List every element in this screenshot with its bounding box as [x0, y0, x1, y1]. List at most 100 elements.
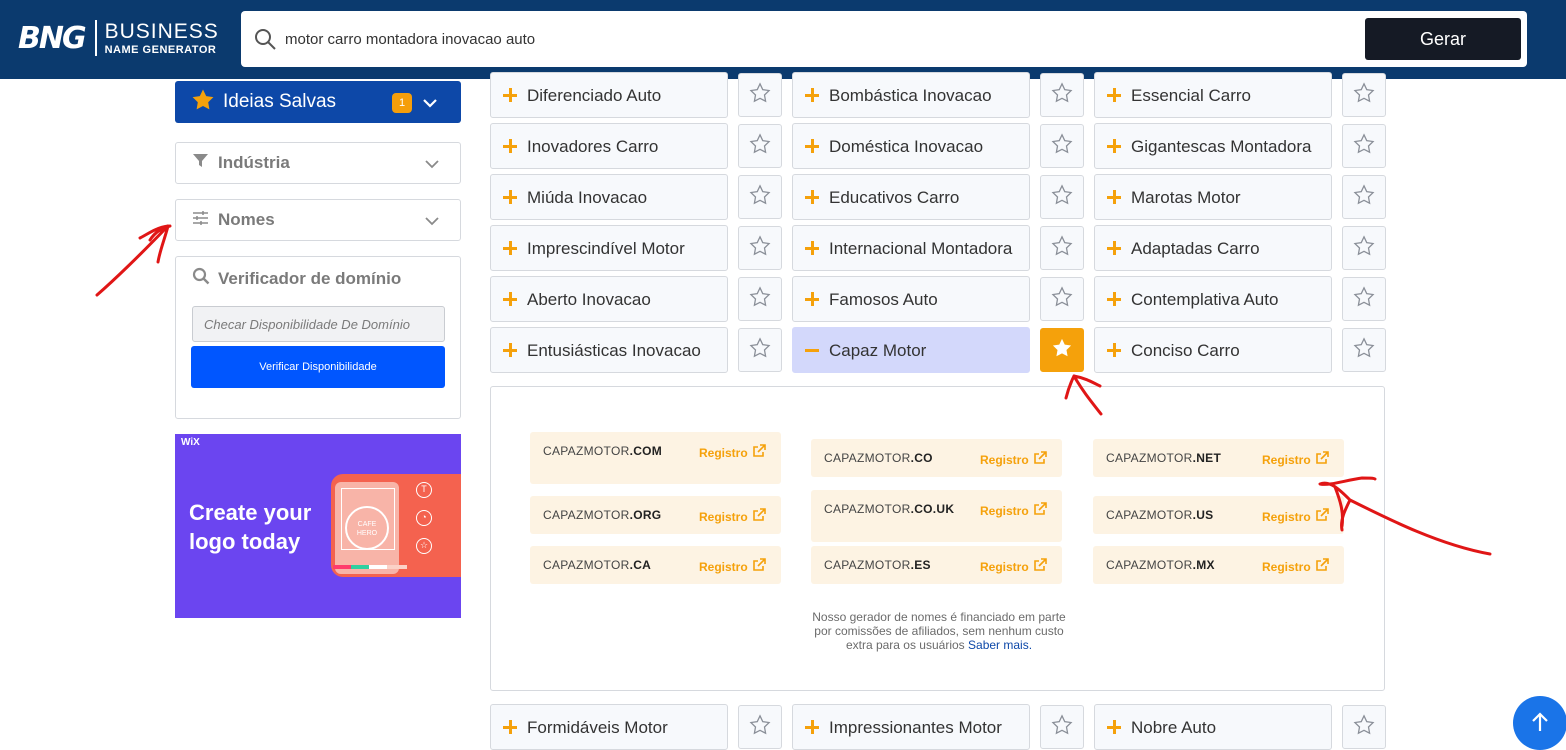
scroll-to-top-button[interactable]: [1513, 696, 1566, 750]
plus-icon: [805, 720, 819, 734]
domain-check-input[interactable]: [192, 306, 445, 342]
save-star-button[interactable]: [1342, 124, 1386, 168]
saved-ideas-dropdown[interactable]: Ideias Salvas 1: [175, 81, 461, 123]
plus-icon: [1107, 190, 1121, 204]
plus-icon: [1107, 139, 1121, 153]
name-card-conciso-carro[interactable]: Conciso Carro: [1094, 327, 1332, 373]
external-link-icon: [1029, 502, 1047, 519]
domain-name: CAPAZMOTOR.ES: [824, 558, 931, 572]
logo-divider: [94, 20, 97, 56]
search-icon: [192, 267, 210, 290]
chevron-down-icon: [424, 157, 440, 176]
save-star-button[interactable]: [1040, 277, 1084, 321]
name-label: Internacional Montadora: [829, 238, 1013, 258]
name-card-contemplativa-auto[interactable]: Contemplativa Auto: [1094, 276, 1332, 322]
register-link[interactable]: Registro: [699, 558, 766, 575]
minus-icon: [805, 343, 819, 357]
name-card-imprescindivel-motor[interactable]: Imprescindível Motor: [490, 225, 728, 271]
names-filter[interactable]: Nomes: [175, 199, 461, 241]
name-card-essencial-carro[interactable]: Essencial Carro: [1094, 72, 1332, 118]
learn-more-link[interactable]: Saber mais.: [968, 638, 1032, 652]
star-icon: [1051, 132, 1073, 160]
save-star-button[interactable]: [1040, 175, 1084, 219]
name-card-domestica-inovacao[interactable]: Doméstica Inovacao: [792, 123, 1030, 169]
affiliate-disclaimer: Nosso gerador de nomes é financiado em p…: [809, 610, 1069, 652]
save-star-button[interactable]: [1040, 226, 1084, 270]
logo[interactable]: BNG BUSINESS NAME GENERATOR: [18, 20, 219, 56]
name-label: Bombástica Inovacao: [829, 85, 992, 105]
save-star-button[interactable]: [738, 705, 782, 749]
register-link[interactable]: Registro: [1262, 558, 1329, 575]
name-card-marotas-motor[interactable]: Marotas Motor: [1094, 174, 1332, 220]
domain-checker-title: Verificador de domínio: [192, 267, 401, 290]
name-card-internacional-montadora[interactable]: Internacional Montadora: [792, 225, 1030, 271]
domain-name: CAPAZMOTOR.US: [1106, 508, 1214, 522]
star-icon: [749, 336, 771, 364]
search-icon: [253, 27, 277, 56]
name-card-aberto-inovacao[interactable]: Aberto Inovacao: [490, 276, 728, 322]
name-card-inovadores-carro[interactable]: Inovadores Carro: [490, 123, 728, 169]
register-link[interactable]: Registro: [1262, 451, 1329, 468]
save-star-button[interactable]: [738, 226, 782, 270]
name-label: Formidáveis Motor: [527, 717, 668, 737]
name-card-educativos-carro[interactable]: Educativos Carro: [792, 174, 1030, 220]
star-icon: [749, 285, 771, 313]
register-link[interactable]: Registro: [980, 451, 1047, 468]
save-star-button[interactable]: [1342, 705, 1386, 749]
plus-icon: [805, 241, 819, 255]
verify-availability-button[interactable]: Verificar Disponibilidade: [191, 346, 445, 388]
save-star-button[interactable]: [1342, 277, 1386, 321]
name-card-capaz-motor[interactable]: Capaz Motor: [792, 327, 1030, 373]
register-link[interactable]: Registro: [980, 502, 1047, 519]
register-link[interactable]: Registro: [699, 444, 766, 461]
register-link[interactable]: Registro: [980, 558, 1047, 575]
name-card-impressionantes-motor[interactable]: Impressionantes Motor: [792, 704, 1030, 750]
save-star-button[interactable]: [1040, 705, 1084, 749]
save-star-button[interactable]: [1342, 328, 1386, 372]
wix-ad-banner[interactable]: WiX Create your logo today CAFE HERO T ◔…: [175, 434, 461, 618]
star-icon: [1353, 713, 1375, 741]
register-link[interactable]: Registro: [1262, 508, 1329, 525]
save-star-button[interactable]: [738, 277, 782, 321]
star-icon: [1353, 132, 1375, 160]
save-star-button[interactable]: [1040, 73, 1084, 117]
search-input[interactable]: [285, 21, 1345, 57]
name-card-miuda-inovacao[interactable]: Miúda Inovacao: [490, 174, 728, 220]
save-star-button[interactable]: [1342, 226, 1386, 270]
name-card-bombastica-inovacao[interactable]: Bombástica Inovacao: [792, 72, 1030, 118]
header: BNG BUSINESS NAME GENERATOR Gerar: [0, 0, 1566, 79]
generate-button[interactable]: Gerar: [1365, 18, 1521, 60]
star-icon: [1353, 285, 1375, 313]
name-card-gigantescas-montadora[interactable]: Gigantescas Montadora: [1094, 123, 1332, 169]
star-icon: [749, 713, 771, 741]
domain-name: CAPAZMOTOR.ORG: [543, 508, 662, 522]
domain-checker-label: Verificador de domínio: [218, 268, 402, 288]
domain-name: CAPAZMOTOR.NET: [1106, 451, 1222, 465]
star-icon: [1051, 183, 1073, 211]
annotation-arrow-names: [95, 224, 172, 297]
name-card-formidaveis-motor[interactable]: Formidáveis Motor: [490, 704, 728, 750]
star-icon: [1051, 234, 1073, 262]
save-star-button[interactable]: [1040, 328, 1084, 372]
save-star-button[interactable]: [1342, 73, 1386, 117]
register-link[interactable]: Registro: [699, 508, 766, 525]
plus-icon: [805, 139, 819, 153]
industry-filter[interactable]: Indústria: [175, 142, 461, 184]
save-star-button[interactable]: [738, 328, 782, 372]
save-star-button[interactable]: [738, 73, 782, 117]
star-icon: [1051, 81, 1073, 109]
name-card-adaptadas-carro[interactable]: Adaptadas Carro: [1094, 225, 1332, 271]
save-star-button[interactable]: [1342, 175, 1386, 219]
domain-card--net: CAPAZMOTOR.NET Registro: [1093, 439, 1344, 477]
save-star-button[interactable]: [738, 175, 782, 219]
save-star-button[interactable]: [1040, 124, 1084, 168]
plus-icon: [805, 88, 819, 102]
name-card-famosos-auto[interactable]: Famosos Auto: [792, 276, 1030, 322]
name-label: Essencial Carro: [1131, 85, 1251, 105]
plus-icon: [503, 292, 517, 306]
name-card-entusiasticas-inovacao[interactable]: Entusiásticas Inovacao: [490, 327, 728, 373]
save-star-button[interactable]: [738, 124, 782, 168]
star-icon: [191, 88, 215, 117]
name-card-diferenciado-auto[interactable]: Diferenciado Auto: [490, 72, 728, 118]
name-card-nobre-auto[interactable]: Nobre Auto: [1094, 704, 1332, 750]
